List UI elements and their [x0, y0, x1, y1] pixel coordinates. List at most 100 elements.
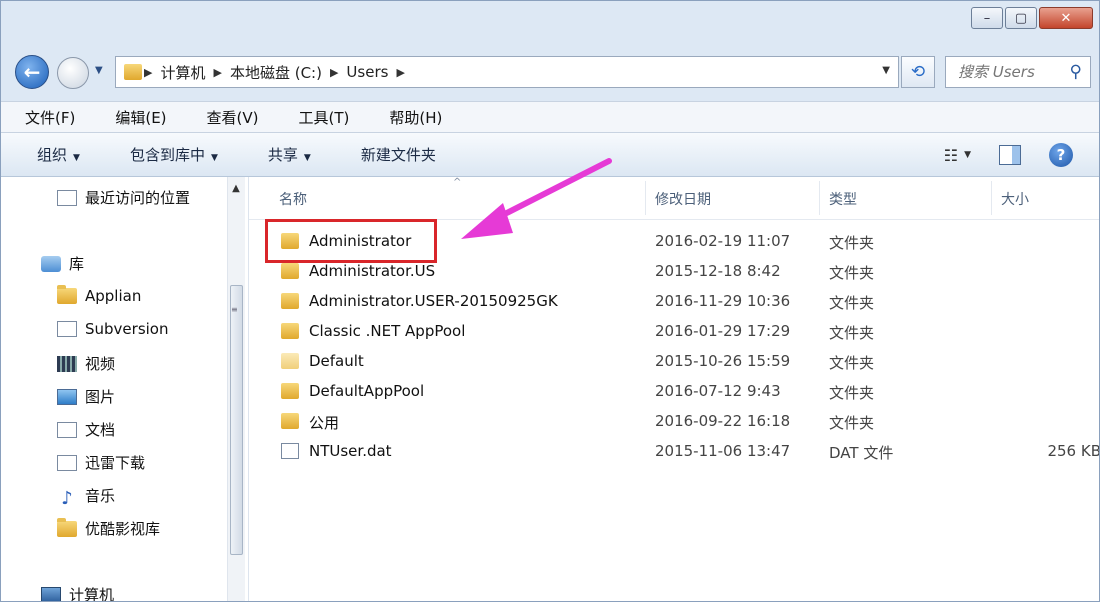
chevron-right-icon[interactable]: ▶ — [330, 66, 338, 79]
sidebar-item-music[interactable]: ♪ 音乐 — [57, 485, 115, 509]
sidebar-item-label: 计算机 — [69, 586, 115, 602]
help-icon[interactable]: ? — [1049, 143, 1073, 167]
folder-icon — [281, 353, 299, 369]
folder-icon — [281, 383, 299, 399]
menu-help[interactable]: 帮助(H) — [389, 107, 442, 128]
sidebar-item-recent-places[interactable]: 最近访问的位置 — [57, 187, 190, 208]
search-input[interactable] — [956, 57, 1068, 87]
column-divider[interactable] — [991, 181, 992, 215]
sidebar-item-videos[interactable]: 视频 — [57, 353, 115, 374]
search-box[interactable]: ⚲ — [945, 56, 1091, 88]
sidebar-item-applian[interactable]: Applian — [57, 285, 142, 305]
organize-label: 组织 — [37, 146, 68, 164]
sidebar-item-library[interactable]: 库 — [41, 253, 84, 274]
forward-button[interactable] — [57, 57, 89, 89]
download-icon — [57, 454, 77, 471]
column-divider[interactable] — [645, 181, 646, 215]
sidebar-item-label: 图片 — [85, 388, 116, 406]
include-in-library-label: 包含到库中 — [129, 146, 205, 164]
file-row[interactable]: 公用 2016-09-22 16:18 文件夹 — [249, 407, 1099, 437]
scrollbar-thumb[interactable] — [230, 285, 243, 555]
sidebar-item-label: 迅雷下载 — [85, 454, 146, 472]
breadcrumb-users[interactable]: Users — [346, 63, 388, 81]
pointer-arrow-icon — [461, 158, 612, 239]
search-icon[interactable]: ⚲ — [1070, 62, 1082, 82]
new-folder-button[interactable]: 新建文件夹 — [361, 144, 436, 165]
file-name: 公用 — [309, 414, 340, 432]
view-options-icon[interactable]: ☷ — [944, 146, 958, 165]
window-controls: – ▢ ✕ — [971, 7, 1093, 29]
breadcrumb-local-disk[interactable]: 本地磁盘 (C:) — [230, 62, 322, 83]
sidebar-item-documents[interactable]: 文档 — [57, 419, 115, 440]
menu-tools[interactable]: 工具(T) — [299, 107, 350, 128]
maximize-button[interactable]: ▢ — [1005, 7, 1037, 29]
file-name: NTUser.dat — [309, 442, 392, 460]
organize-button[interactable]: 组织 ▼ — [37, 144, 80, 165]
menu-view[interactable]: 查看(V) — [207, 107, 259, 128]
sidebar-item-label: 库 — [69, 255, 85, 273]
preview-pane-icon[interactable] — [999, 145, 1021, 165]
sidebar-item-label: 最近访问的位置 — [85, 189, 191, 207]
column-header-date[interactable]: 修改日期 — [655, 189, 711, 209]
sidebar-item-thunder-downloads[interactable]: 迅雷下载 — [57, 452, 145, 473]
column-header-size[interactable]: 大小 — [1001, 189, 1029, 209]
scroll-up-icon[interactable]: ▲ — [228, 183, 244, 194]
menu-bar: 文件(F) 编辑(E) 查看(V) 工具(T) 帮助(H) — [1, 101, 1099, 133]
file-date: 2016-11-29 10:36 — [655, 292, 791, 310]
file-row[interactable]: DefaultAppPool 2016-07-12 9:43 文件夹 — [249, 377, 1099, 407]
file-type: 文件夹 — [829, 354, 875, 372]
file-date: 2015-10-26 15:59 — [655, 352, 791, 370]
address-dropdown-icon[interactable]: ▼ — [882, 65, 890, 76]
chevron-right-icon[interactable]: ▶ — [396, 66, 404, 79]
column-divider[interactable] — [819, 181, 820, 215]
menu-edit[interactable]: 编辑(E) — [115, 107, 166, 128]
file-row[interactable]: Administrator.USER-20150925GK 2016-11-29 … — [249, 287, 1099, 317]
chevron-right-icon[interactable]: ▶ — [144, 66, 152, 79]
refresh-button[interactable]: ⟲ — [901, 56, 935, 88]
file-row[interactable]: NTUser.dat 2015-11-06 13:47 DAT 文件 256 KB — [249, 437, 1100, 467]
sidebar-item-computer[interactable]: 计算机 — [41, 584, 115, 602]
file-size: 256 KB — [1047, 442, 1100, 460]
include-in-library-button[interactable]: 包含到库中 ▼ — [130, 144, 218, 165]
sidebar-item-pictures[interactable]: 图片 — [57, 386, 115, 407]
breadcrumb-computer[interactable]: 计算机 — [160, 62, 205, 83]
file-date: 2016-01-29 17:29 — [655, 322, 791, 340]
sidebar-item-youku[interactable]: 优酷影视库 — [57, 517, 161, 539]
navigation-bar: ← ▼ ▶ 计算机 ▶ 本地磁盘 (C:) ▶ Users ▶ ▼ ⟲ ⚲ — [1, 51, 1099, 93]
sidebar-scrollbar[interactable]: ▲ ≡ — [227, 177, 245, 601]
chevron-right-icon[interactable]: ▶ — [213, 66, 221, 79]
file-date: 2015-12-18 8:42 — [655, 262, 781, 280]
file-row[interactable]: Classic .NET AppPool 2016-01-29 17:29 文件夹 — [249, 317, 1099, 347]
chevron-down-icon: ▼ — [210, 153, 218, 163]
sidebar-item-label: 优酷影视库 — [85, 520, 161, 538]
file-row[interactable]: Default 2015-10-26 15:59 文件夹 — [249, 347, 1099, 377]
file-name: Classic .NET AppPool — [309, 322, 466, 340]
folder-icon — [281, 263, 299, 279]
menu-file[interactable]: 文件(F) — [25, 107, 75, 128]
chevron-down-icon[interactable]: ▼ — [964, 150, 971, 160]
pictures-icon — [57, 388, 77, 405]
close-button[interactable]: ✕ — [1039, 7, 1093, 29]
file-type: 文件夹 — [829, 414, 875, 432]
computer-icon — [41, 586, 61, 601]
share-button[interactable]: 共享 ▼ — [268, 144, 311, 165]
sidebar-item-label: Subversion — [85, 320, 169, 338]
file-name: DefaultAppPool — [309, 382, 425, 400]
folder-icon — [281, 323, 299, 339]
file-type: 文件夹 — [829, 324, 875, 342]
column-header-name[interactable]: 名称 — [279, 189, 307, 209]
file-type: DAT 文件 — [829, 444, 894, 462]
minimize-button[interactable]: – — [971, 7, 1003, 29]
sidebar-item-label: Applian — [85, 287, 142, 305]
sidebar-item-label: 视频 — [85, 355, 116, 373]
explorer-window: – ▢ ✕ ← ▼ ▶ 计算机 ▶ 本地磁盘 (C:) ▶ Users ▶ ▼ … — [0, 0, 1100, 602]
column-header-type[interactable]: 类型 — [829, 189, 857, 209]
recent-pages-dropdown-icon[interactable]: ▼ — [95, 65, 103, 76]
navigation-pane: 最近访问的位置 库 Applian Subversion 视频 图片 文档 迅雷… — [1, 177, 249, 602]
sidebar-item-label: 文档 — [85, 421, 116, 439]
address-bar[interactable]: ▶ 计算机 ▶ 本地磁盘 (C:) ▶ Users ▶ ▼ — [115, 56, 899, 88]
subversion-icon — [57, 321, 77, 337]
documents-icon — [57, 421, 77, 438]
sidebar-item-subversion[interactable]: Subversion — [57, 320, 169, 338]
back-button[interactable]: ← — [15, 55, 49, 89]
